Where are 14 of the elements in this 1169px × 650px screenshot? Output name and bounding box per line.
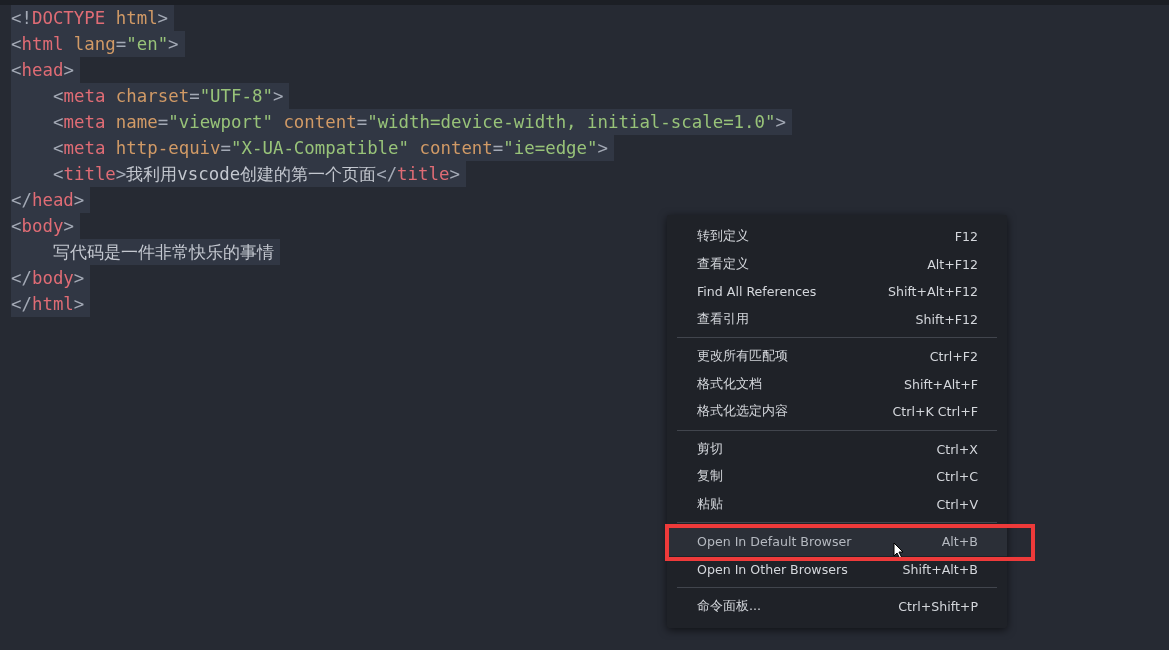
menu-item[interactable]: 更改所有匹配项 Ctrl+F2 — [667, 343, 1007, 371]
menu-item[interactable]: Open In Default Browser Alt+B — [667, 528, 1007, 556]
menu-item[interactable]: 格式化文档 Shift+Alt+F — [667, 370, 1007, 398]
menu-item[interactable]: 查看引用 Shift+F12 — [667, 305, 1007, 333]
menu-item[interactable]: 复制 Ctrl+C — [667, 463, 1007, 491]
menu-item[interactable]: 剪切 Ctrl+X — [667, 435, 1007, 463]
menu-item[interactable]: 格式化选定内容 Ctrl+K Ctrl+F — [667, 398, 1007, 426]
menu-item[interactable]: 转到定义 F12 — [667, 223, 1007, 251]
mouse-cursor-icon — [893, 542, 904, 559]
menu-item[interactable]: Find All References Shift+Alt+F12 — [667, 278, 1007, 306]
menu-item[interactable]: 粘贴 Ctrl+V — [667, 490, 1007, 518]
menu-item[interactable]: Open In Other Browsers Shift+Alt+B — [667, 555, 1007, 583]
menu-item[interactable]: 命令面板... Ctrl+Shift+P — [667, 593, 1007, 621]
menu-item[interactable]: 查看定义 Alt+F12 — [667, 250, 1007, 278]
